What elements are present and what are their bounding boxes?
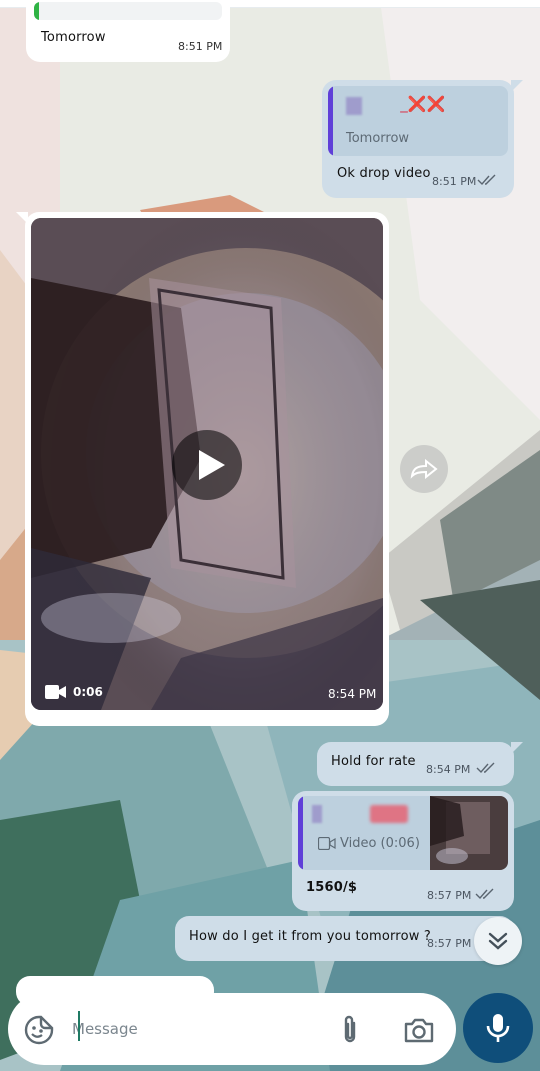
play-icon[interactable] — [172, 430, 242, 500]
message-text: 1560/$ — [306, 880, 358, 895]
message-text: Ok drop video — [337, 166, 431, 181]
message-composer — [8, 993, 456, 1065]
reply-accent-bar — [328, 86, 333, 156]
redacted-name-block — [312, 805, 322, 823]
outgoing-message-bubble[interactable]: _❌❌ Tomorrow Ok drop video 8:51 PM — [322, 80, 523, 198]
double-check-icon — [476, 762, 495, 774]
outgoing-message-bubble[interactable]: Video (0:06) 1560/$ 8:57 PM — [292, 791, 514, 911]
reply-quoted-text: Video (0:06) — [340, 836, 420, 851]
video-camera-icon — [318, 837, 336, 850]
message-time: 8:51 PM — [432, 175, 477, 188]
text-cursor — [78, 1011, 80, 1041]
message-time: 8:51 PM — [178, 40, 223, 53]
reply-preview[interactable]: _❌❌ Tomorrow — [328, 86, 508, 156]
video-camera-icon — [45, 685, 66, 699]
reply-preview[interactable]: Video (0:06) — [298, 796, 508, 870]
message-time: 8:54 PM — [328, 687, 377, 701]
sticker-button[interactable] — [22, 1013, 56, 1047]
video-duration: 0:06 — [73, 685, 103, 699]
message-text: How do I get it from you tomorrow ? — [189, 929, 431, 944]
scroll-to-bottom-button[interactable] — [474, 917, 522, 965]
message-time: 8:54 PM — [426, 763, 471, 776]
double-chevron-down-icon — [488, 932, 508, 950]
voice-record-button[interactable] — [463, 993, 533, 1063]
message-input[interactable] — [72, 1014, 312, 1044]
reply-accent-bar — [34, 2, 39, 20]
reply-author-suffix: _❌❌ — [400, 95, 446, 113]
reply-preview-stub — [34, 2, 222, 20]
sticker-icon — [24, 1015, 54, 1045]
video-preview-thumbnail — [430, 796, 508, 870]
redacted-name-block — [346, 96, 362, 115]
message-time: 8:57 PM — [427, 937, 472, 950]
message-text: Tomorrow — [41, 30, 106, 45]
incoming-message-bubble[interactable]: Tomorrow 8:51 PM — [26, 0, 230, 62]
reply-author-name — [312, 805, 409, 823]
message-text: Hold for rate — [331, 754, 416, 769]
message-time: 8:57 PM — [427, 889, 472, 902]
camera-button[interactable] — [400, 1013, 438, 1047]
attach-button[interactable] — [334, 1013, 366, 1047]
outgoing-message-bubble[interactable]: How do I get it from you tomorrow ? 8:57… — [175, 916, 514, 961]
paperclip-icon — [344, 1015, 356, 1043]
reply-quoted-text: Tomorrow — [346, 131, 410, 146]
double-check-icon — [477, 174, 496, 186]
camera-icon — [404, 1018, 434, 1043]
forward-button[interactable] — [400, 445, 448, 493]
forward-icon — [410, 459, 438, 479]
incoming-video-message[interactable]: 0:06 8:54 PM — [16, 212, 389, 726]
reply-author-name: _❌❌ — [346, 95, 445, 115]
microphone-icon — [486, 1014, 510, 1042]
double-check-icon — [475, 888, 494, 900]
video-thumbnail[interactable]: 0:06 8:54 PM — [31, 218, 383, 710]
reply-accent-bar — [298, 796, 303, 870]
redacted-name-block — [370, 805, 409, 823]
outgoing-message-bubble[interactable]: Hold for rate 8:54 PM — [317, 742, 523, 786]
